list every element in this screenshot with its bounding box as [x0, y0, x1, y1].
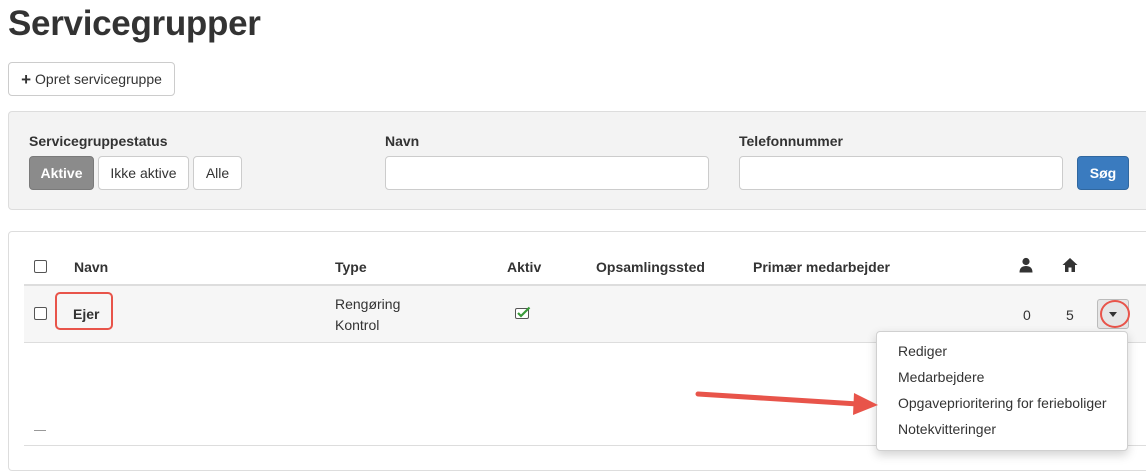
create-service-group-button[interactable]: + Opret servicegruppe [8, 62, 175, 96]
status-inactive-button[interactable]: Ikke aktive [98, 156, 189, 190]
search-button[interactable]: Søg [1077, 156, 1129, 190]
pagination-dash [34, 430, 46, 431]
row-person-count: 0 [1023, 307, 1031, 323]
status-all-button[interactable]: Alle [193, 156, 242, 190]
status-active-button[interactable]: Aktive [29, 156, 94, 190]
row-type-line1: Rengøring [335, 296, 401, 312]
home-icon [1062, 257, 1078, 276]
name-highlight-annotation [55, 292, 113, 330]
name-filter-input[interactable] [385, 156, 709, 190]
plus-icon: + [21, 69, 32, 89]
column-header-type[interactable]: Type [335, 259, 367, 275]
annotation-arrow-icon [695, 391, 878, 415]
select-all-checkbox[interactable] [34, 260, 47, 273]
column-header-active[interactable]: Aktiv [507, 259, 541, 275]
column-header-pickup[interactable]: Opsamlingssted [596, 259, 705, 275]
row-home-count: 5 [1066, 307, 1074, 323]
menu-item-employees[interactable]: Medarbejdere [877, 364, 1127, 390]
filter-panel: Servicegruppestatus Aktive Ikke aktive A… [8, 111, 1146, 210]
status-filter-label: Servicegruppestatus [29, 133, 168, 149]
phone-filter-input[interactable] [739, 156, 1063, 190]
dropdown-highlight-annotation [1100, 300, 1130, 328]
row-checkbox[interactable] [34, 307, 47, 320]
active-check-icon [515, 306, 531, 323]
menu-item-edit[interactable]: Rediger [877, 338, 1127, 364]
page-title: Servicegrupper [8, 4, 261, 43]
name-filter-label: Navn [385, 133, 420, 149]
phone-filter-label: Telefonnummer [739, 133, 843, 149]
column-header-name[interactable]: Navn [74, 259, 108, 275]
row-actions-menu: Rediger Medarbejdere Opgaveprioritering … [876, 331, 1128, 451]
column-header-primary-employee[interactable]: Primær medarbejder [753, 259, 890, 275]
row-type-line2: Kontrol [335, 317, 380, 333]
menu-item-note-receipts[interactable]: Notekvitteringer [877, 416, 1127, 442]
menu-item-task-priority[interactable]: Opgaveprioritering for ferieboliger [877, 390, 1127, 416]
user-icon [1019, 257, 1033, 276]
create-service-group-label: Opret servicegruppe [35, 71, 162, 87]
